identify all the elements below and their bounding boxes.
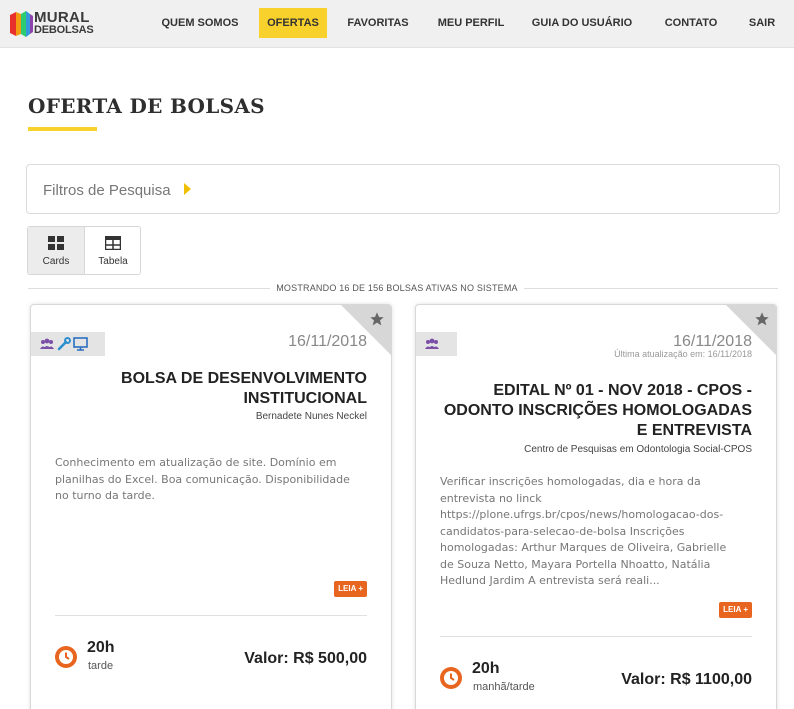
valor-value: Valor: R$ 500,00 [244,650,367,667]
description-line: Conhecimento em atualização de site. Dom… [55,456,337,469]
description-line: Verificar inscrições homologadas, dia e … [440,475,701,488]
star-icon[interactable] [754,311,770,327]
search-filters-panel[interactable]: Filtros de Pesquisa [26,164,780,214]
monitor-icon [73,337,88,351]
card-author: Centro de Pesquisas em Odontologia Socia… [524,444,752,455]
filters-label: Filtros de Pesquisa [43,182,171,199]
description-line: homologadas: Arthur Marques de Oliveira,… [440,541,727,554]
description-line: no turno da tarde. [55,489,155,502]
cards-label: Cards [42,256,70,267]
card-title[interactable]: BOLSA DE DESENVOLVIMENTO INSTITUCIONAL [121,369,367,409]
card-divider [55,615,367,616]
card-last-updated: Última atualização em: 16/11/2018 [614,349,752,359]
card-title-line: EDITAL Nº 01 - NOV 2018 - CPOS - [493,382,752,399]
table-label: Tabela [98,256,128,267]
caret-right-icon [184,183,191,195]
card-title-line: INSTITUCIONAL [243,390,367,407]
logo-line-2: DEBOLSAS [34,24,94,36]
view-toggle: Cards Tabela [27,226,141,275]
star-icon[interactable] [369,311,385,327]
nav-contato[interactable]: CONTATO [654,8,728,38]
description-line: https://plone.ufrgs.br/cpos/news/homolog… [440,508,724,521]
period-value: manhã/tarde [473,681,535,693]
top-navbar: MURAL DEBOLSAS QUEM SOMOS OFERTAS FAVORI… [0,0,794,48]
cards-view-button[interactable]: Cards [28,227,84,274]
hours-value: 20h [87,639,115,656]
users-icon [425,338,439,349]
logo-mark-icon [10,11,33,37]
scholarship-card[interactable]: 16/11/2018 Última atualização em: 16/11/… [415,304,777,709]
table-icon [105,236,121,250]
card-divider [440,636,752,637]
hours-value: 20h [472,660,500,677]
site-logo[interactable]: MURAL DEBOLSAS [8,9,94,39]
card-description: Verificar inscrições homologadas, dia e … [440,474,726,590]
card-author: Bernadete Nunes Neckel [255,411,367,422]
nav-quem-somos[interactable]: QUEM SOMOS [150,8,250,38]
description-line: Hedlund Jardim A entrevista será reali..… [440,574,660,587]
card-title[interactable]: EDITAL Nº 01 - NOV 2018 - CPOS - ODONTO … [444,381,752,441]
description-line: de Souza Netto, Mayara Portella Nhoatto,… [440,557,711,571]
table-view-button[interactable]: Tabela [85,227,141,274]
category-badge [416,332,457,356]
logo-text: MURAL DEBOLSAS [34,9,94,37]
category-badge [31,332,105,356]
clock-icon [55,646,77,668]
valor-value: Valor: R$ 1100,00 [621,671,752,688]
title-underline [28,127,97,131]
read-more-button[interactable]: LEIA + [719,602,752,618]
scholarship-card[interactable]: 16/11/2018 BOLSA DE DESENVOLVIMENTO INST… [30,304,392,709]
card-title-line: BOLSA DE DESENVOLVIMENTO [121,370,367,387]
description-line: candidatos-para-selecao-de-bolsa Inscriç… [440,524,685,538]
description-line: entrevista no linck [440,491,542,505]
card-title-line: E ENTREVISTA [636,422,752,439]
nav-sair[interactable]: SAIR [742,8,782,38]
grid-icon [48,236,64,250]
nav-guia-do-usuario[interactable]: GUIA DO USUÁRIO [526,8,638,38]
nav-ofertas[interactable]: OFERTAS [259,8,327,38]
period-value: tarde [88,660,114,672]
logo-line-1: MURAL [34,9,90,26]
card-description: Conhecimento em atualização de site. Dom… [55,455,350,505]
users-icon [40,338,54,349]
card-date: 16/11/2018 [288,333,367,350]
clock-icon [440,667,462,689]
results-summary: MOSTRANDO 16 DE 156 BOLSAS ATIVAS NO SIS… [0,283,794,293]
card-title-line: ODONTO INSCRIÇÕES HOMOLOGADAS [443,402,752,419]
page-title: OFERTA DE BOLSAS [28,94,265,118]
nav-meu-perfil[interactable]: MEU PERFIL [427,8,515,38]
results-summary-text: MOSTRANDO 16 DE 156 BOLSAS ATIVAS NO SIS… [270,283,524,293]
description-line: planilhas do Excel. Boa comunicação. Dis… [55,472,350,486]
nav-favoritas[interactable]: FAVORITAS [339,8,417,38]
wrench-icon [57,337,71,351]
read-more-button[interactable]: LEIA + [334,581,367,597]
